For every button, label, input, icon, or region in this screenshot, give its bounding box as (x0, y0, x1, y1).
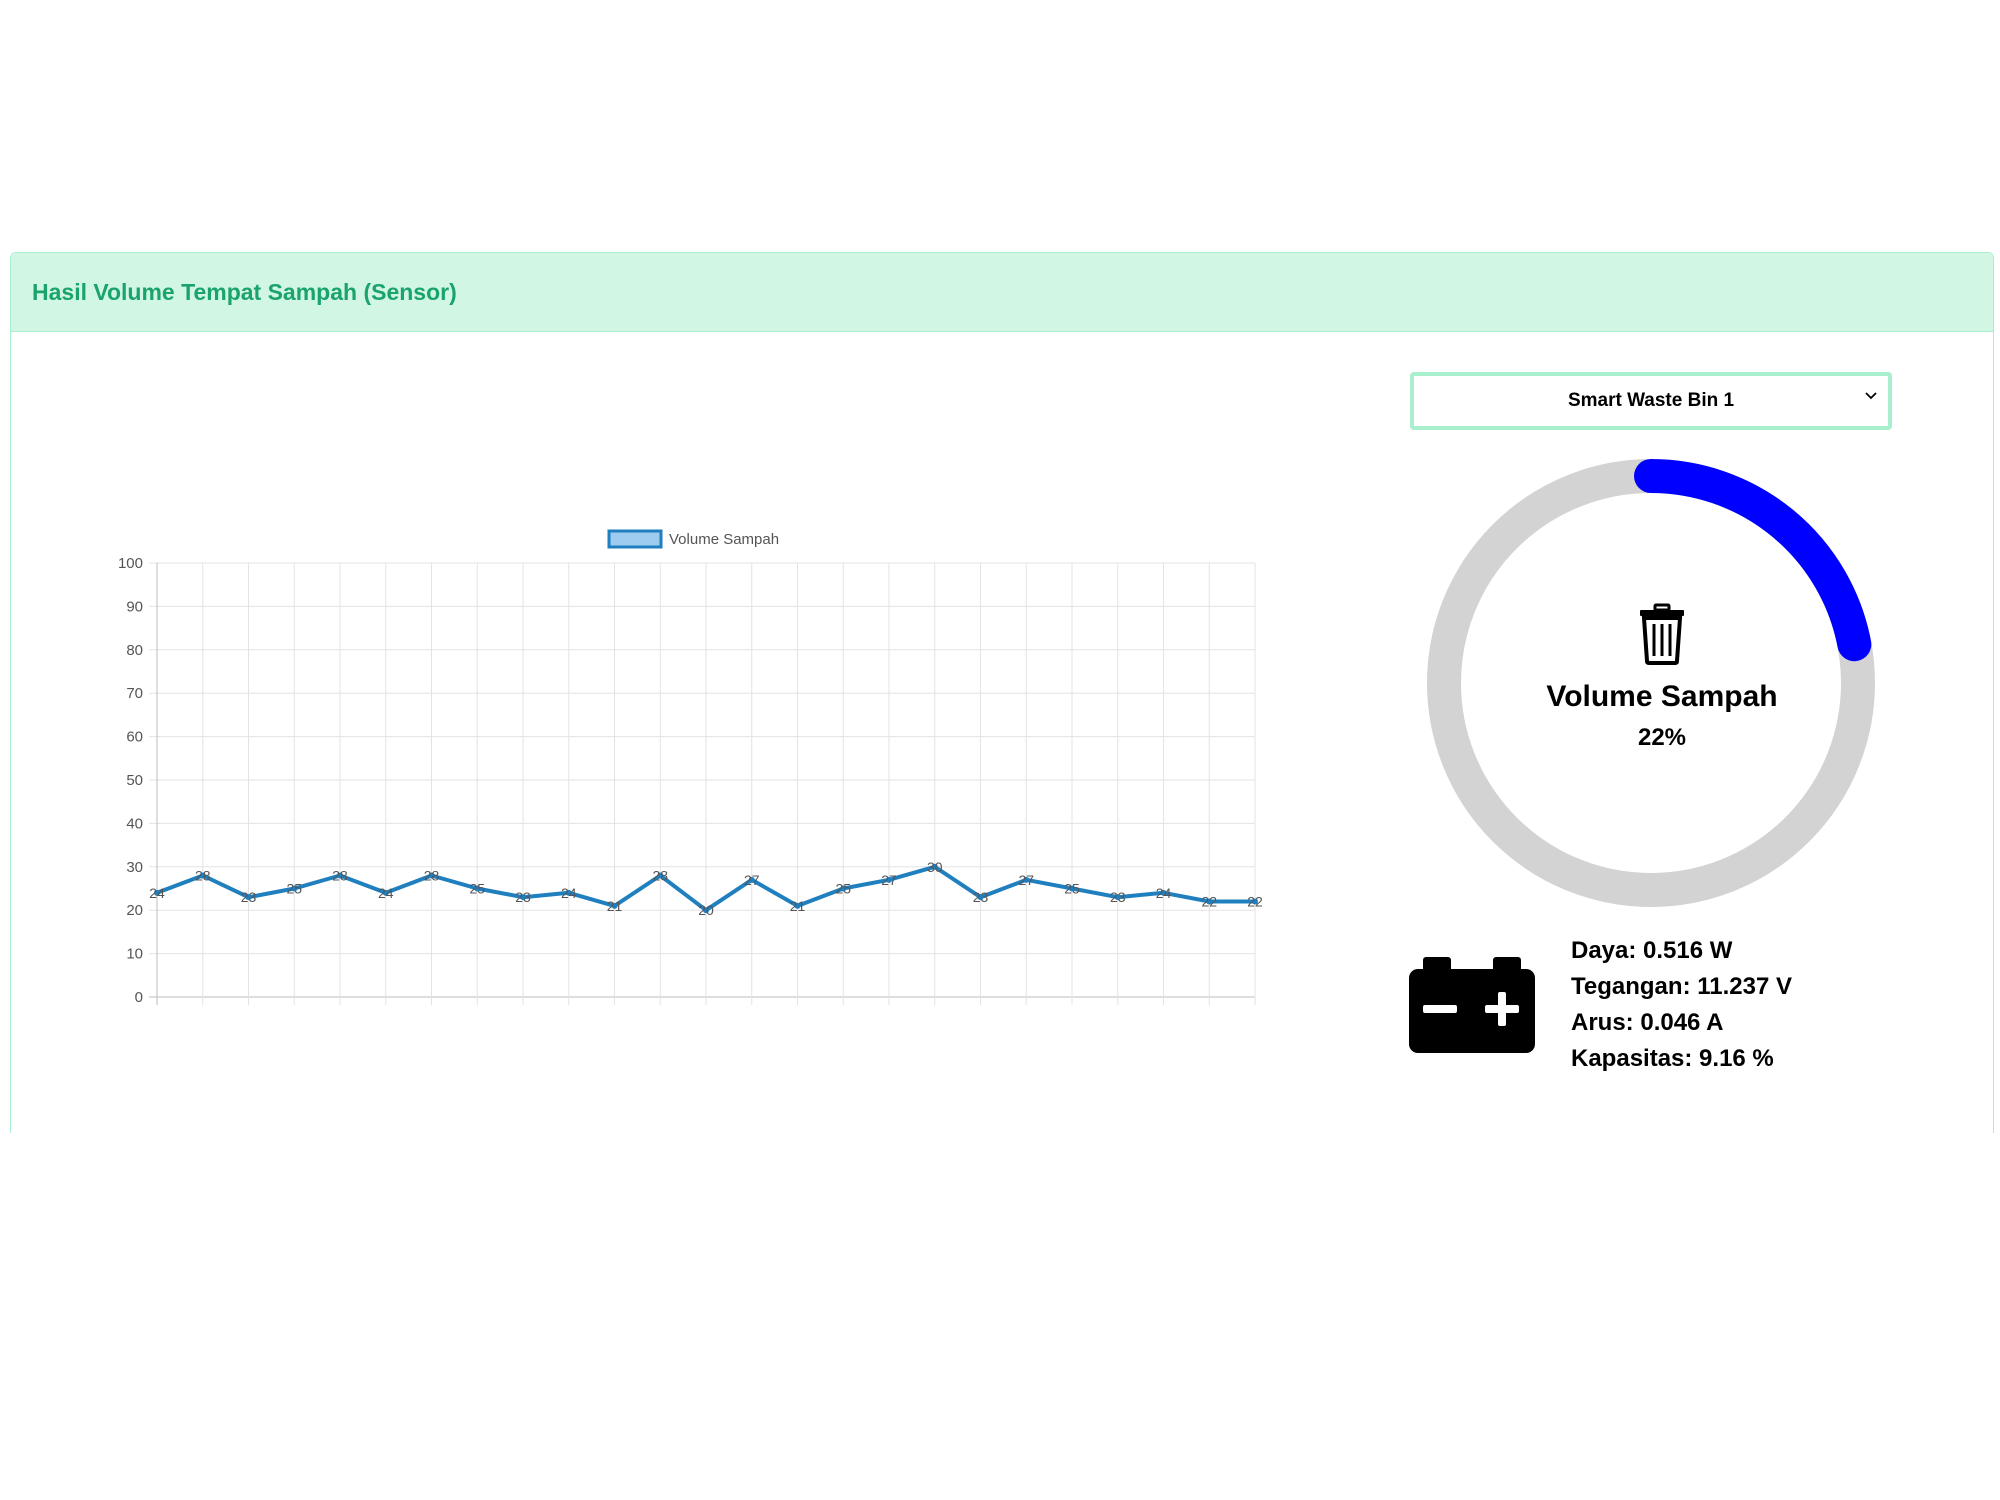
x-tick-label: 14:45 (1145, 1012, 1183, 1013)
x-tick-label: 14:15 (596, 1012, 634, 1013)
x-tick-label: 14:25 (870, 1012, 908, 1013)
card-header: Hasil Volume Tempat Sampah (Sensor) (11, 253, 1993, 332)
x-tick-label: 14:25 (916, 1012, 954, 1013)
volume-line-chart: 0 10 20 30 40 50 60 70 80 90 100 13:40 13:40 13:45 13:… (81, 453, 1291, 1013)
data-label: 27 (744, 872, 760, 888)
daya-value: Daya: 0.516 W (1571, 937, 1733, 964)
x-tick-label: 14:40 (1007, 1012, 1045, 1013)
data-label: 24 (1156, 885, 1172, 901)
y-tick-label: 50 (126, 772, 143, 789)
gauge-value: 22% (1637, 724, 1687, 751)
data-label: 21 (607, 898, 623, 914)
data-label: 25 (286, 881, 302, 897)
data-label: 27 (1018, 872, 1034, 888)
x-tick-label: 13:40 (184, 1012, 222, 1013)
kapasitas-value: Kapasitas: 9.16 % (1571, 1045, 1774, 1072)
x-tick-label: 14:20 (733, 1012, 771, 1013)
x-tick-label: 13:50 (321, 1012, 359, 1013)
arus-value: Arus: 0.046 A (1571, 1009, 1724, 1036)
tegangan-value: Tegangan: 11.237 V (1571, 973, 1792, 1000)
x-tick-label: 13:50 (275, 1012, 313, 1013)
data-label: 30 (927, 859, 943, 875)
data-label: 24 (561, 885, 577, 901)
data-label: 23 (515, 889, 531, 905)
data-label: 28 (332, 867, 348, 883)
x-tick-label: 14:15 (641, 1012, 679, 1013)
data-label: 24 (378, 885, 394, 901)
y-tick-label: 90 (126, 598, 143, 615)
y-tick-label: 70 (126, 685, 143, 702)
x-tick-label: 13:45 (230, 1012, 268, 1013)
x-tick-label: 14:00 (413, 1012, 451, 1013)
data-label: 20 (698, 902, 714, 918)
data-label: 22 (1247, 894, 1263, 910)
x-tick-label: 14:00 (458, 1012, 496, 1013)
x-tick-label: 14:05 (504, 1012, 542, 1013)
bin-select-value: Smart Waste Bin 1 (1567, 390, 1735, 411)
data-label: 23 (1110, 889, 1126, 905)
legend-swatch (607, 529, 663, 549)
data-label: 28 (424, 867, 440, 883)
data-label: 25 (469, 881, 485, 897)
y-tick-label: 10 (126, 946, 143, 963)
x-tick-label: 14:25 (962, 1012, 1000, 1013)
data-label: 25 (1064, 881, 1080, 897)
data-label: 28 (652, 867, 668, 883)
y-tick-label: 40 (126, 815, 143, 832)
legend-label: Volume Sampah (669, 531, 779, 548)
chart-svg: 0 10 20 30 40 50 60 70 80 90 100 13:40 13:40 13:45 13:… (118, 529, 1273, 1013)
x-tick-label: 14:15 (687, 1012, 725, 1013)
data-label: 27 (881, 872, 897, 888)
x-tick-label: 14:20 (779, 1012, 817, 1013)
x-tick-label: 14:40 (1053, 1012, 1091, 1013)
data-label: 21 (790, 898, 806, 914)
bin-select-dropdown[interactable]: Smart Waste Bin 1 (1410, 372, 1892, 430)
trash-icon (1640, 603, 1684, 665)
y-tick-label: 80 (126, 642, 143, 659)
x-tick-label: 14:20 (824, 1012, 862, 1013)
y-tick-label: 20 (126, 902, 143, 919)
battery-icon (1409, 957, 1535, 1053)
x-tick-label: 14:40 (1099, 1012, 1137, 1013)
gauge-center: Volume Sampah 22% (1437, 603, 1887, 752)
x-tick-label: 13:40 (138, 1012, 176, 1013)
battery-stats: Daya: 0.516 W Tegangan: 11.237 V Arus: 0… (1571, 933, 1792, 1077)
data-label: 23 (241, 889, 257, 905)
y-tick-label: 30 (126, 859, 143, 876)
volume-card: Hasil Volume Tempat Sampah (Sensor) 0 10 2… (10, 252, 1994, 1133)
data-label: 22 (1201, 894, 1217, 910)
y-tick-label: 0 (135, 989, 143, 1006)
data-label: 24 (149, 885, 165, 901)
x-tick-label: 11:45 (1237, 1012, 1273, 1013)
y-tick-label: 100 (118, 555, 143, 572)
data-label: 23 (973, 889, 989, 905)
x-tick-label: 14:10 (550, 1012, 588, 1013)
x-tick-label: 13:55 (367, 1012, 405, 1013)
data-label: 28 (195, 867, 211, 883)
data-label: 25 (835, 881, 851, 897)
card-title: Hasil Volume Tempat Sampah (Sensor) (32, 278, 457, 305)
x-tick-label: 14:05 (1190, 1012, 1228, 1013)
gauge-title: Volume Sampah (1546, 680, 1778, 713)
chevron-down-icon (1865, 392, 1877, 400)
y-tick-label: 60 (126, 729, 143, 746)
